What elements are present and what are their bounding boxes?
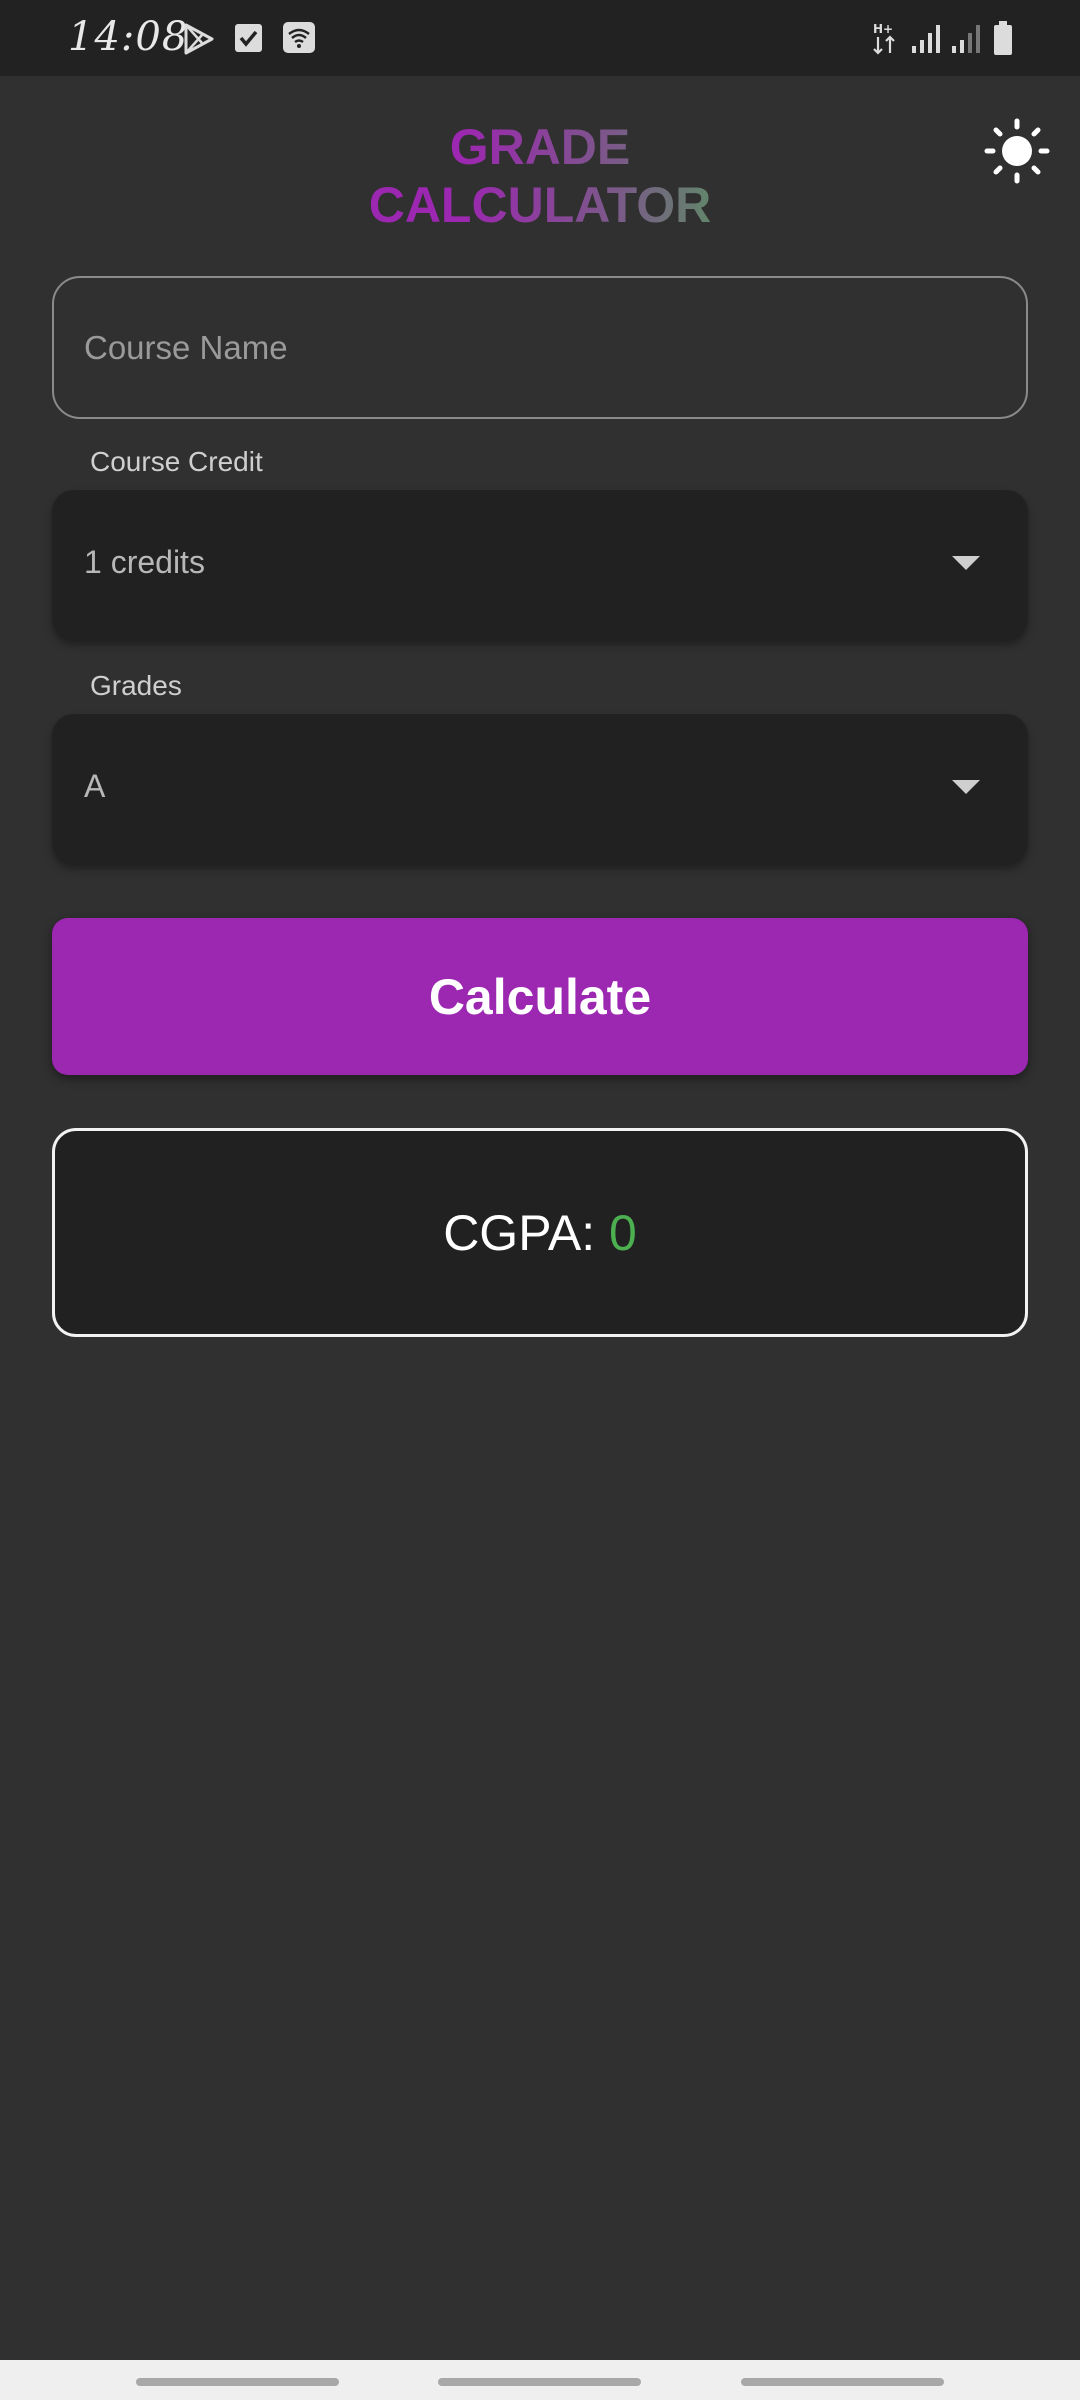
- course-credit-label: Course Credit: [90, 446, 263, 477]
- dropdown-arrow-icon: [952, 780, 980, 794]
- cgpa-result-box: CGPA: 0: [52, 1128, 1028, 1337]
- wifi-icon: [282, 20, 316, 59]
- course-credit-value: 1 credits: [84, 544, 205, 580]
- navigation-bar: [0, 2360, 1080, 2400]
- course-name-field-wrapper: [52, 276, 1028, 419]
- play-store-icon: [182, 22, 216, 61]
- page-title: GRADE CALCULATOR: [280, 118, 800, 234]
- svg-text:H+: H+: [873, 22, 893, 36]
- checkbox-icon: [234, 22, 264, 59]
- nav-gesture-pill[interactable]: [438, 2378, 641, 2386]
- grades-dropdown[interactable]: A: [52, 714, 1028, 865]
- status-time: 14:08: [68, 14, 189, 60]
- status-bar: 14:08 H+: [0, 0, 1080, 76]
- cgpa-result: CGPA: 0: [443, 1204, 637, 1262]
- nav-gesture-pill[interactable]: [741, 2378, 944, 2386]
- signal-weak-icon: [950, 22, 982, 59]
- nav-gesture-pill[interactable]: [136, 2378, 339, 2386]
- cgpa-value: 0: [608, 1204, 637, 1261]
- course-credit-dropdown[interactable]: 1 credits: [52, 490, 1028, 641]
- cgpa-label: CGPA:: [443, 1204, 609, 1261]
- calculate-button[interactable]: Calculate: [52, 918, 1028, 1075]
- signal-icon: [910, 22, 942, 59]
- battery-icon: [992, 20, 1014, 61]
- sun-icon[interactable]: [984, 118, 1050, 184]
- hplus-data-icon: H+: [872, 20, 898, 61]
- course-name-input[interactable]: [54, 278, 1026, 417]
- grades-value: A: [84, 768, 106, 804]
- grades-label: Grades: [90, 670, 182, 701]
- dropdown-arrow-icon: [952, 556, 980, 570]
